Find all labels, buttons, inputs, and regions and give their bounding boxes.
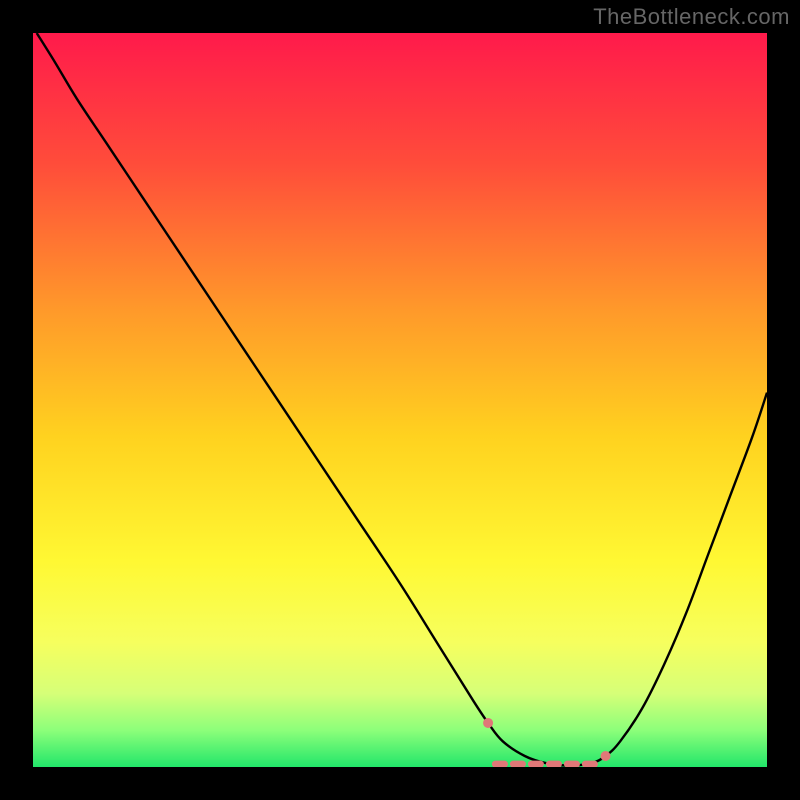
gradient-background [33,33,767,767]
plot-svg [33,33,767,767]
highlight-dot [601,751,611,761]
attribution-label: TheBottleneck.com [593,4,790,30]
highlight-dot [483,718,493,728]
plot-area [33,33,767,767]
chart-frame: TheBottleneck.com [0,0,800,800]
